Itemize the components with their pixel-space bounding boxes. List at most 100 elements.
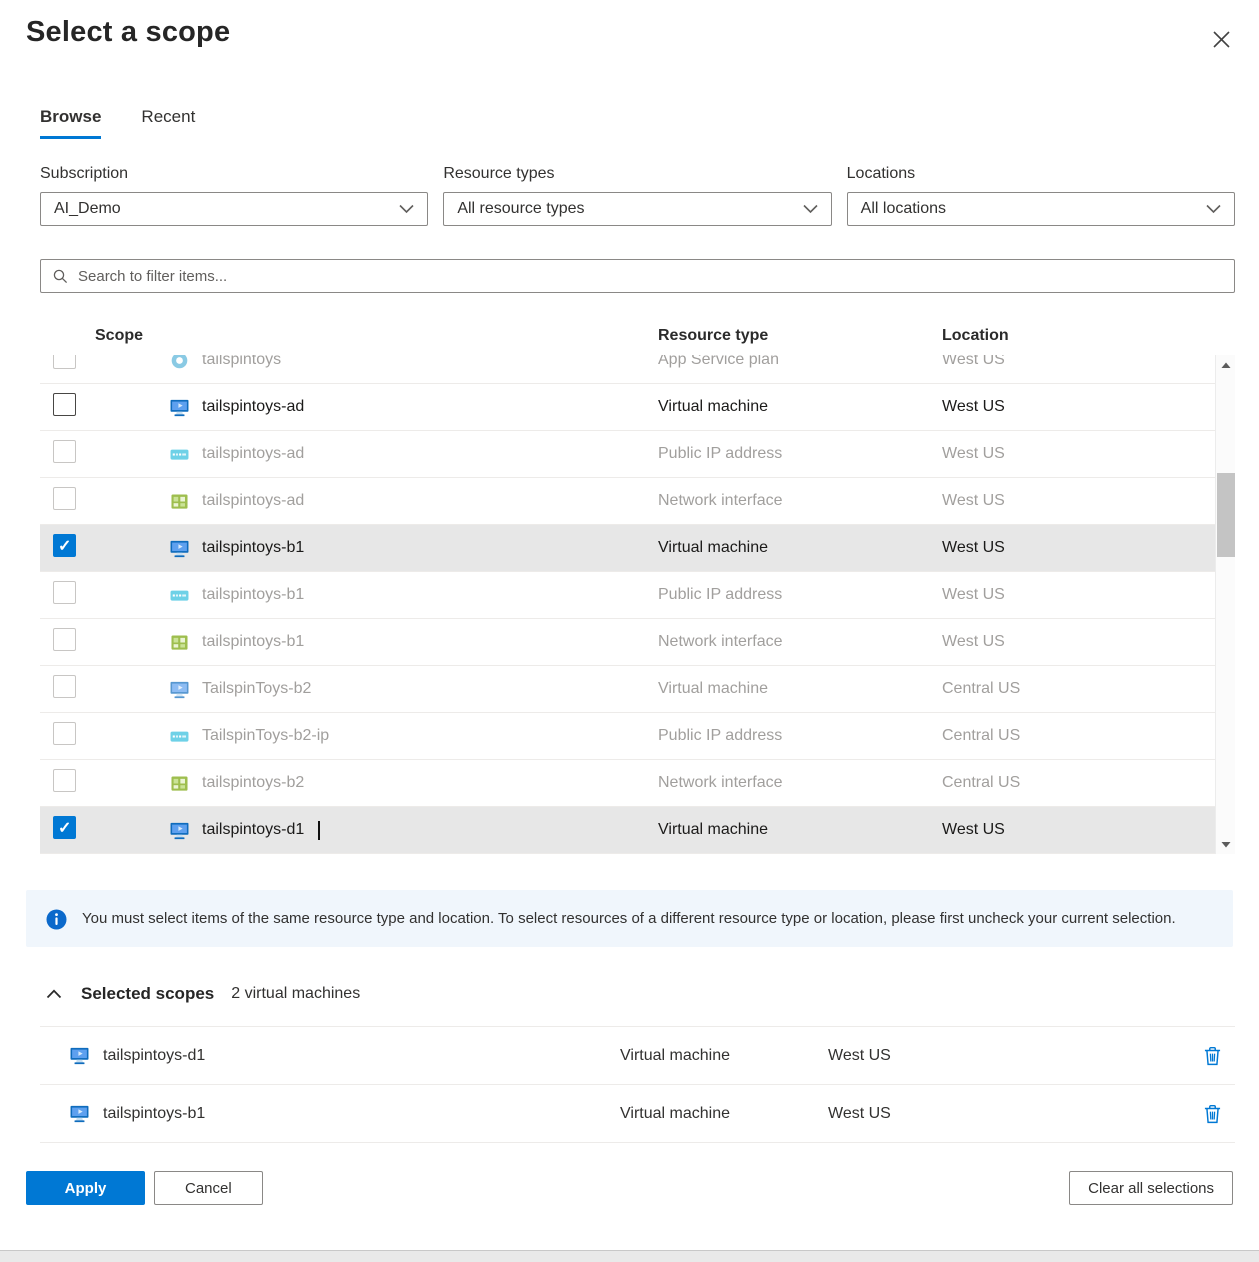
resource-types-label: Resource types <box>443 165 831 183</box>
table-row[interactable]: tailspintoys App Service plan West US <box>40 355 1215 384</box>
search-box <box>40 259 1235 293</box>
resource-type: Public IP address <box>658 445 942 463</box>
vertical-scrollbar[interactable] <box>1215 355 1235 854</box>
row-checkbox[interactable] <box>53 534 76 557</box>
tab-recent[interactable]: Recent <box>141 107 195 139</box>
public-ip-address-icon <box>170 727 189 746</box>
resource-name: TailspinToys-b2 <box>202 680 311 698</box>
dialog-footer: Apply Cancel Clear all selections <box>26 1171 1233 1205</box>
cancel-button[interactable]: Cancel <box>154 1171 263 1205</box>
locations-dropdown[interactable]: All locations <box>847 192 1235 226</box>
resource-type: Virtual machine <box>658 398 942 416</box>
resource-types-value: All resource types <box>457 200 584 218</box>
resource-location: West US <box>942 586 1215 604</box>
resource-name: tailspintoys-ad <box>202 445 304 463</box>
info-banner: You must select items of the same resour… <box>26 890 1233 947</box>
resource-location: West US <box>942 445 1215 463</box>
scrollbar-thumb[interactable] <box>1217 473 1235 557</box>
resource-name: tailspintoys-b1 <box>202 586 304 604</box>
subscription-dropdown[interactable]: AI_Demo <box>40 192 428 226</box>
selected-scopes-header: Selected scopes 2 virtual machines <box>46 984 1235 1004</box>
column-header-resource-type: Resource type <box>658 327 942 345</box>
info-icon <box>46 909 67 930</box>
selected-scope-row: tailspintoys-b1 Virtual machine West US <box>40 1085 1235 1143</box>
row-checkbox <box>53 628 76 651</box>
public-ip-address-icon <box>170 445 189 464</box>
table-header: Scope Resource type Location <box>40 317 1235 355</box>
selected-scopes-summary: 2 virtual machines <box>231 985 360 1003</box>
select-scope-dialog: Select a scope Browse Recent Subscriptio… <box>0 0 1259 1251</box>
resource-type: Network interface <box>658 633 942 651</box>
table-row[interactable]: tailspintoys-b1 Public IP address West U… <box>40 572 1215 619</box>
resource-name: TailspinToys-b2-ip <box>202 727 329 745</box>
resource-type: Virtual machine <box>658 680 942 698</box>
resource-location: West US <box>942 821 1215 839</box>
scroll-up-icon[interactable] <box>1216 357 1235 373</box>
delete-icon[interactable] <box>1193 1046 1235 1066</box>
tab-browse[interactable]: Browse <box>40 107 101 139</box>
resource-type: Public IP address <box>658 586 942 604</box>
resource-type: App Service plan <box>658 355 942 369</box>
table-row[interactable]: tailspintoys-d1 Virtual machine West US <box>40 807 1215 854</box>
table-row[interactable]: tailspintoys-ad Virtual machine West US <box>40 384 1215 431</box>
selected-resource-location: West US <box>828 1047 1193 1065</box>
clear-all-selections-button[interactable]: Clear all selections <box>1069 1171 1233 1205</box>
resource-type: Virtual machine <box>658 821 942 839</box>
column-header-location: Location <box>942 327 1235 345</box>
resource-location: West US <box>942 398 1215 416</box>
row-checkbox <box>53 675 76 698</box>
resource-types-filter: Resource types All resource types <box>443 165 831 226</box>
resource-name: tailspintoys <box>202 355 281 369</box>
row-checkbox <box>53 581 76 604</box>
resource-type: Public IP address <box>658 727 942 745</box>
locations-filter: Locations All locations <box>847 165 1235 226</box>
selected-resource-type: Virtual machine <box>620 1105 828 1123</box>
row-checkbox[interactable] <box>53 816 76 839</box>
row-checkbox[interactable] <box>53 393 76 416</box>
resource-location: West US <box>942 633 1215 651</box>
virtual-machine-icon <box>70 1104 89 1123</box>
resource-name: tailspintoys-b2 <box>202 774 304 792</box>
table-row[interactable]: tailspintoys-b2 Network interface Centra… <box>40 760 1215 807</box>
locations-label: Locations <box>847 165 1235 183</box>
row-checkbox <box>53 487 76 510</box>
table-row[interactable]: TailspinToys-b2-ip Public IP address Cen… <box>40 713 1215 760</box>
table-row[interactable]: tailspintoys-b1 Network interface West U… <box>40 619 1215 666</box>
resource-location: West US <box>942 539 1215 557</box>
app-service-plan-icon <box>170 355 189 370</box>
dialog-header: Select a scope <box>0 0 1259 53</box>
table-row[interactable]: tailspintoys-b1 Virtual machine West US <box>40 525 1215 572</box>
delete-icon[interactable] <box>1193 1104 1235 1124</box>
filter-bar: Subscription AI_Demo Resource types All … <box>40 165 1235 226</box>
tab-bar: Browse Recent <box>40 107 1235 139</box>
resource-location: West US <box>942 492 1215 510</box>
table-row[interactable]: TailspinToys-b2 Virtual machine Central … <box>40 666 1215 713</box>
scroll-down-icon[interactable] <box>1216 836 1235 852</box>
table-rows: tailspintoys App Service plan West US ta… <box>40 355 1215 854</box>
locations-value: All locations <box>861 200 946 218</box>
resource-location: Central US <box>942 727 1215 745</box>
subscription-filter: Subscription AI_Demo <box>40 165 428 226</box>
resource-name: tailspintoys-ad <box>202 492 304 510</box>
selected-resource-name: tailspintoys-d1 <box>103 1047 205 1065</box>
selected-scope-row: tailspintoys-d1 Virtual machine West US <box>40 1027 1235 1085</box>
resource-types-dropdown[interactable]: All resource types <box>443 192 831 226</box>
column-header-scope: Scope <box>40 327 658 345</box>
selected-scopes-title: Selected scopes <box>81 984 214 1004</box>
subscription-value: AI_Demo <box>54 200 121 218</box>
chevron-down-icon <box>399 204 414 214</box>
virtual-machine-icon <box>70 1046 89 1065</box>
subscription-label: Subscription <box>40 165 428 183</box>
public-ip-address-icon <box>170 586 189 605</box>
network-interface-icon <box>170 492 189 511</box>
table-row[interactable]: tailspintoys-ad Public IP address West U… <box>40 431 1215 478</box>
apply-button[interactable]: Apply <box>26 1171 145 1205</box>
chevron-up-icon[interactable] <box>46 989 62 999</box>
search-input[interactable] <box>78 268 1223 285</box>
row-checkbox <box>53 769 76 792</box>
resource-type: Network interface <box>658 492 942 510</box>
close-icon[interactable] <box>1208 26 1235 53</box>
table-row[interactable]: tailspintoys-ad Network interface West U… <box>40 478 1215 525</box>
resource-type: Virtual machine <box>658 539 942 557</box>
resource-name: tailspintoys-ad <box>202 398 304 416</box>
